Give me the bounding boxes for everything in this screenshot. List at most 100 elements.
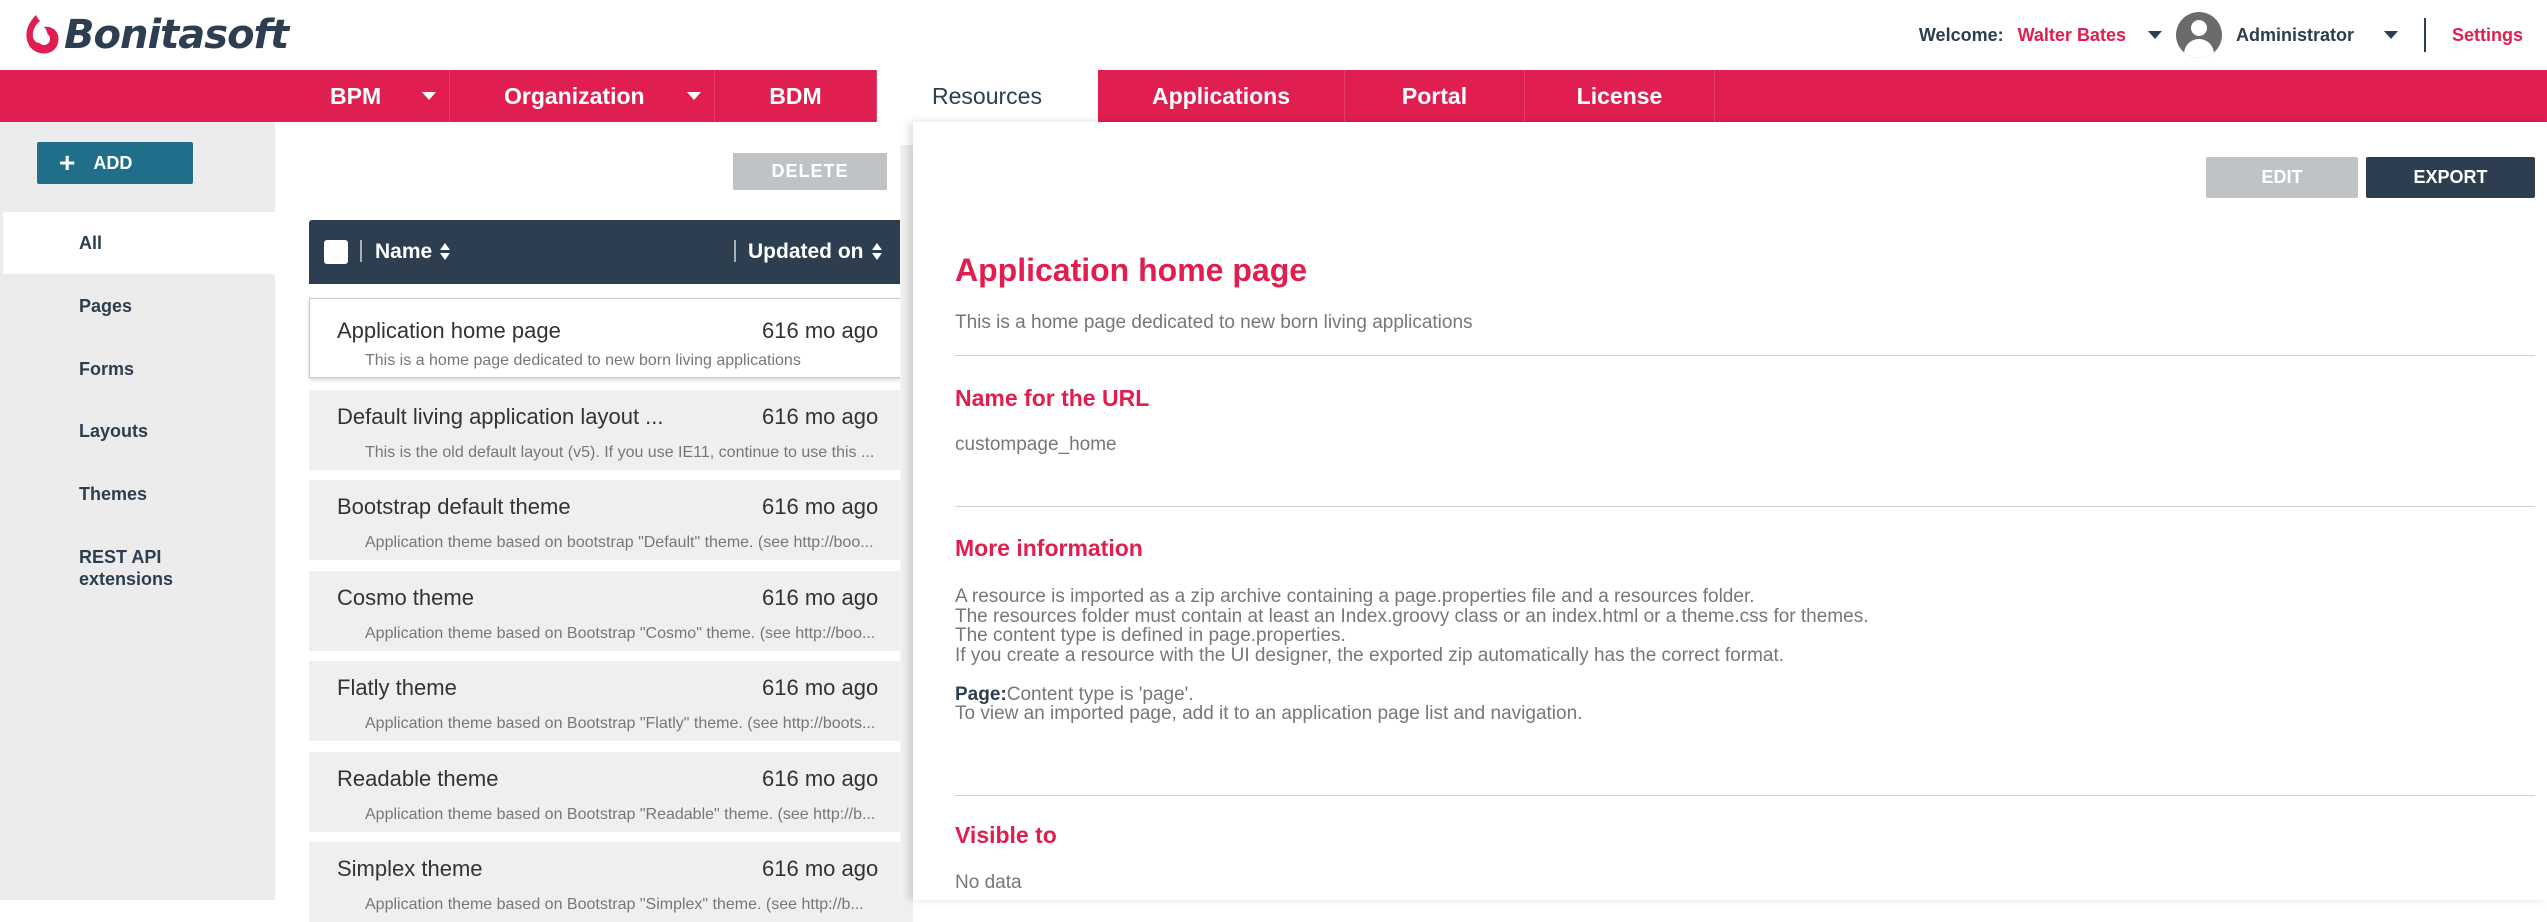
header-divider — [2423, 18, 2426, 52]
chevron-down-icon — [422, 92, 436, 100]
row-updated: 616 mo ago — [762, 856, 879, 881]
page-label: Page: — [955, 683, 1007, 705]
user-name[interactable]: Walter Bates — [2018, 25, 2126, 46]
sidebar-item-all[interactable]: All — [3, 212, 275, 274]
sidebar-item-layouts[interactable]: Layouts — [0, 421, 275, 442]
menu-item-label: Portal — [1401, 82, 1468, 109]
sidebar-item-pages[interactable]: Pages — [0, 296, 275, 317]
table-row[interactable]: Simplex theme 616 mo ago Application the… — [309, 842, 913, 922]
bonitasoft-logo[interactable]: Bonitasoft — [22, 10, 289, 60]
add-button-label: ADD — [93, 152, 133, 173]
table-header: Name Updated on — [309, 220, 913, 284]
menu-item-license[interactable]: License — [1525, 70, 1715, 122]
row-description: This is a home page dedicated to new bor… — [365, 352, 801, 369]
main-menu-bar: BPM Organization BDM Resources Applicati… — [0, 70, 2547, 122]
sidebar-item-label: Forms — [79, 359, 135, 379]
bonita-flame-icon — [26, 15, 59, 54]
visible-to-value: No data — [955, 872, 1022, 893]
row-name: Bootstrap default theme — [337, 494, 571, 519]
row-updated: 616 mo ago — [762, 675, 879, 700]
menu-item-label: Organization — [504, 82, 645, 109]
table-row[interactable]: Default living application layout ... 61… — [309, 390, 913, 470]
add-button[interactable]: + ADD — [37, 142, 193, 184]
export-button[interactable]: EXPORT — [2366, 157, 2535, 198]
column-divider — [734, 240, 736, 262]
resource-type-sidebar: + ADD All Pages Forms Layouts Themes RES… — [0, 122, 275, 900]
chevron-down-icon — [687, 92, 701, 100]
page-text: Content type is 'page'. — [1006, 683, 1194, 705]
row-name: Default living application layout ... — [337, 404, 664, 429]
row-updated: 616 mo ago — [762, 494, 879, 519]
row-name: Application home page — [337, 318, 561, 343]
row-description: Application theme based on Bootstrap "Fl… — [365, 715, 876, 732]
menu-item-label: License — [1576, 82, 1663, 109]
row-name: Simplex theme — [337, 856, 483, 881]
sort-icon — [871, 242, 882, 262]
table-row[interactable]: Application home page 616 mo ago This is… — [309, 298, 913, 378]
resource-list-panel: DELETE Name Updated on Application home … — [275, 122, 913, 922]
menu-item-portal[interactable]: Portal — [1345, 70, 1525, 122]
delete-button[interactable]: DELETE — [733, 153, 887, 190]
row-name: Flatly theme — [337, 675, 457, 700]
sidebar-item-label: Layouts — [79, 421, 149, 441]
row-name: Readable theme — [337, 766, 499, 791]
url-heading: Name for the URL — [955, 385, 1150, 411]
avatar-icon — [2175, 12, 2222, 58]
row-description: This is the old default layout (v5). If … — [365, 444, 875, 461]
column-header-name[interactable]: Name — [375, 240, 451, 264]
menu-item-label: BDM — [769, 82, 822, 109]
url-value: custompage_home — [955, 434, 1117, 455]
row-updated: 616 mo ago — [762, 318, 879, 343]
resource-detail-panel: EDIT EXPORT Application home page This i… — [913, 122, 2547, 900]
sidebar-item-label: Pages — [79, 296, 133, 316]
role-menu-chevron-down-icon[interactable] — [2383, 31, 2398, 39]
more-info-line: If you create a resource with the UI des… — [955, 644, 1785, 666]
detail-description: This is a home page dedicated to new bor… — [955, 312, 1473, 333]
divider — [955, 506, 2535, 507]
menu-item-bpm[interactable]: BPM — [275, 70, 450, 122]
sidebar-item-forms[interactable]: Forms — [0, 359, 275, 380]
detail-title: Application home page — [955, 252, 1308, 288]
table-row[interactable]: Readable theme 616 mo ago Application th… — [309, 752, 913, 832]
logo-text: Bonitasoft — [64, 12, 289, 58]
table-row[interactable]: Cosmo theme 616 mo ago Application theme… — [309, 571, 913, 651]
row-description: Application theme based on Bootstrap "Re… — [365, 806, 876, 823]
menu-item-applications[interactable]: Applications — [1098, 70, 1345, 122]
user-menu-chevron-down-icon[interactable] — [2147, 31, 2162, 39]
menu-item-label: Resources — [932, 82, 1042, 109]
menu-item-label: BPM — [330, 82, 382, 109]
more-info-heading: More information — [955, 535, 1143, 561]
more-info-line: The resources folder must contain at lea… — [955, 605, 1869, 627]
row-description: Application theme based on Bootstrap "Si… — [365, 896, 864, 913]
role-label[interactable]: Administrator — [2236, 25, 2354, 46]
row-description: Application theme based on bootstrap "De… — [365, 534, 874, 551]
menu-item-organization[interactable]: Organization — [450, 70, 715, 122]
menu-item-resources[interactable]: Resources — [877, 70, 1098, 122]
sidebar-item-themes[interactable]: Themes — [0, 484, 275, 505]
more-info-line: The content type is defined in page.prop… — [955, 625, 1346, 646]
page-line: To view an imported page, add it to an a… — [955, 703, 1583, 724]
sidebar-item-label: REST API extensions — [79, 547, 174, 589]
panel-divider — [900, 145, 914, 900]
settings-link[interactable]: Settings — [2452, 25, 2523, 46]
column-divider — [360, 240, 362, 262]
header-user-area: Welcome: Walter Bates Administrator Sett… — [1919, 0, 2547, 70]
sort-icon — [440, 242, 451, 262]
row-updated: 616 mo ago — [762, 766, 879, 791]
column-header-updated-on[interactable]: Updated on — [748, 240, 882, 264]
divider — [955, 355, 2535, 356]
row-description: Application theme based on Bootstrap "Co… — [365, 625, 876, 642]
row-updated: 616 mo ago — [762, 404, 879, 429]
visible-to-heading: Visible to — [955, 822, 1057, 848]
edit-button[interactable]: EDIT — [2206, 157, 2358, 198]
table-row[interactable]: Flatly theme 616 mo ago Application them… — [309, 661, 913, 741]
more-info-text: A resource is imported as a zip archive … — [955, 587, 1868, 724]
top-header: Bonitasoft Welcome: Walter Bates Adminis… — [0, 0, 2547, 70]
table-row[interactable]: Bootstrap default theme 616 mo ago Appli… — [309, 480, 913, 560]
divider — [955, 795, 2535, 796]
welcome-label: Welcome: — [1918, 24, 2004, 45]
menu-item-label: Applications — [1151, 82, 1290, 109]
select-all-checkbox[interactable] — [324, 240, 348, 264]
sidebar-item-rest-api-extensions[interactable]: REST API extensions — [0, 546, 200, 590]
menu-item-bdm[interactable]: BDM — [715, 70, 877, 122]
